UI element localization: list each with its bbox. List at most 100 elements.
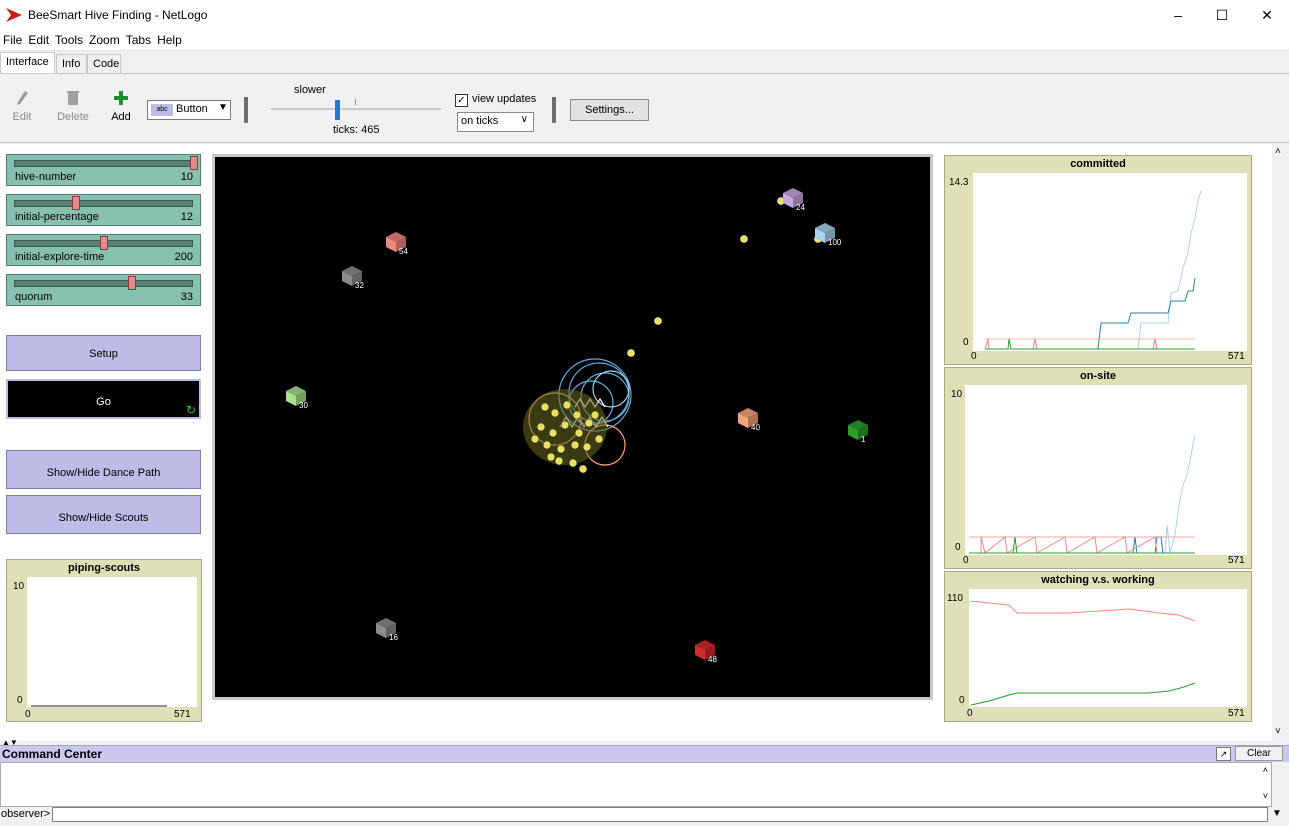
close-icon[interactable]: ✕: [1244, 0, 1289, 31]
tab-info[interactable]: Info: [56, 54, 87, 74]
plot-area: [965, 385, 1247, 555]
site-box: 40: [738, 408, 760, 432]
button-widget-icon: abc: [151, 104, 173, 116]
slider-initial-explore-time[interactable]: initial-explore-time 200: [6, 234, 201, 266]
site-box: 100: [815, 223, 842, 247]
maximize-icon[interactable]: ☐: [1199, 0, 1245, 31]
plot-xmin: 0: [967, 708, 973, 719]
trash-icon: [67, 91, 79, 105]
clear-button[interactable]: Clear: [1235, 746, 1283, 761]
minimize-icon[interactable]: –: [1155, 0, 1201, 31]
menu-zoom[interactable]: Zoom: [86, 31, 123, 47]
menu-file[interactable]: File: [0, 31, 25, 47]
edit-label: Edit: [12, 111, 32, 123]
plot-area: [27, 577, 197, 707]
plot-ymax: 110: [947, 593, 963, 604]
site-label: 100: [828, 238, 842, 247]
pencil-icon: [17, 91, 28, 105]
slider-thumb[interactable]: [72, 196, 80, 210]
slider-label: initial-explore-time: [15, 251, 105, 263]
plot-lines: [970, 600, 1196, 706]
dance-path-button[interactable]: Show/Hide Dance Path: [6, 450, 201, 489]
edit-button[interactable]: Edit: [10, 90, 34, 123]
slider-value: 200: [174, 251, 193, 263]
menu-tools[interactable]: Tools: [52, 31, 86, 47]
plot-xmin: 0: [971, 351, 977, 362]
command-center-header: Command Center ↗ Clear: [0, 745, 1289, 762]
dropdown-arrow-icon: ▼: [218, 102, 228, 113]
site-label: 40: [751, 423, 760, 432]
menu-tabs[interactable]: Tabs: [123, 31, 154, 47]
plot-xmax: 571: [1228, 351, 1245, 362]
plot-lines: [984, 190, 1202, 350]
command-center-title: Command Center: [2, 747, 103, 761]
scroll-up-icon[interactable]: ˄: [1263, 765, 1268, 775]
plot-area: [969, 589, 1247, 707]
scouts-button[interactable]: Show/Hide Scouts: [6, 495, 201, 534]
expand-icon[interactable]: ↗: [1216, 747, 1231, 761]
plot-xmax: 571: [1228, 555, 1245, 566]
scroll-up-icon[interactable]: ˄: [1275, 146, 1281, 157]
view-updates-checkbox[interactable]: ✓: [455, 94, 468, 107]
world-canvas: 54 32 30 16 48 40 1 100 24: [286, 188, 868, 664]
speed-slider-thumb[interactable]: [335, 100, 340, 120]
command-input[interactable]: [52, 807, 1268, 822]
slider-track: [14, 280, 193, 287]
view-updates-label: view updates: [472, 93, 537, 105]
slider-thumb[interactable]: [128, 276, 136, 290]
scroll-down-icon[interactable]: ˅: [1263, 791, 1268, 801]
settings-button[interactable]: Settings...: [570, 99, 649, 121]
site-label: 1: [861, 435, 866, 444]
speed-slider-track[interactable]: [271, 108, 441, 110]
delete-button[interactable]: Delete: [55, 90, 91, 123]
site-label: 54: [399, 247, 408, 256]
command-output[interactable]: ˄ ˅: [0, 762, 1272, 807]
setup-button[interactable]: Setup: [6, 335, 201, 371]
slider-label: hive-number: [15, 171, 77, 183]
chevron-down-icon: ∨: [520, 114, 528, 125]
bee-cluster: [523, 389, 607, 474]
slider-initial-percentage[interactable]: initial-percentage 12: [6, 194, 201, 226]
vertical-scrollbar[interactable]: ˄ ˅: [1272, 144, 1289, 741]
plot-xmin: 0: [25, 709, 31, 720]
go-button[interactable]: Go ↻: [6, 379, 201, 419]
slider-track: [14, 160, 193, 167]
plot-watching-vs-working: watching v.s. working 110 0 0 571: [944, 571, 1252, 722]
plot-ymax: 10: [951, 389, 963, 400]
chevron-down-icon[interactable]: ▼: [1272, 808, 1282, 819]
site-box: 1: [848, 420, 868, 444]
netlogo-logo-icon: [6, 8, 22, 22]
tab-interface[interactable]: Interface: [0, 52, 55, 74]
update-mode-select[interactable]: on ticks ∨: [457, 112, 534, 132]
widget-type-select[interactable]: abc Button ▼: [147, 100, 231, 120]
slider-hive-number[interactable]: hive-number 10: [6, 154, 201, 186]
tab-strip: Interface Info Code: [0, 52, 1289, 74]
add-button[interactable]: Add: [109, 90, 133, 123]
site-box: 30: [286, 386, 308, 410]
tab-code[interactable]: Code: [87, 54, 121, 74]
toolbar: Edit Delete Add abc Button ▼ slower tick…: [0, 73, 1289, 143]
plot-piping-scouts: piping-scouts 10 0 0 571: [6, 559, 202, 722]
plot-ymin: 0: [17, 695, 23, 706]
world-view[interactable]: 54 32 30 16 48 40 1 100 24: [212, 154, 933, 700]
plot-title: on-site: [1079, 370, 1117, 382]
menu-bar: File Edit Tools Zoom Tabs Help: [0, 31, 1289, 51]
slider-thumb[interactable]: [190, 156, 198, 170]
speed-tick-mark: [355, 99, 356, 105]
menu-help[interactable]: Help: [154, 31, 185, 47]
scroll-down-icon[interactable]: ˅: [1275, 726, 1281, 737]
plot-area: [973, 173, 1247, 351]
site-box: 48: [695, 640, 717, 664]
title-bar: BeeSmart Hive Finding - NetLogo – ☐ ✕: [0, 0, 1289, 31]
delete-label: Delete: [57, 111, 89, 123]
plot-title: piping-scouts: [67, 562, 141, 574]
slider-value: 12: [180, 211, 193, 223]
observer-label[interactable]: observer>: [1, 808, 50, 820]
plot-committed: committed 14.3 0 0 571: [944, 155, 1252, 365]
plot-lines: [31, 705, 167, 707]
slider-quorum[interactable]: quorum 33: [6, 274, 201, 306]
slider-thumb[interactable]: [100, 236, 108, 250]
plot-xmax: 571: [1228, 708, 1245, 719]
menu-edit[interactable]: Edit: [25, 31, 52, 47]
plot-title: committed: [1070, 158, 1126, 170]
